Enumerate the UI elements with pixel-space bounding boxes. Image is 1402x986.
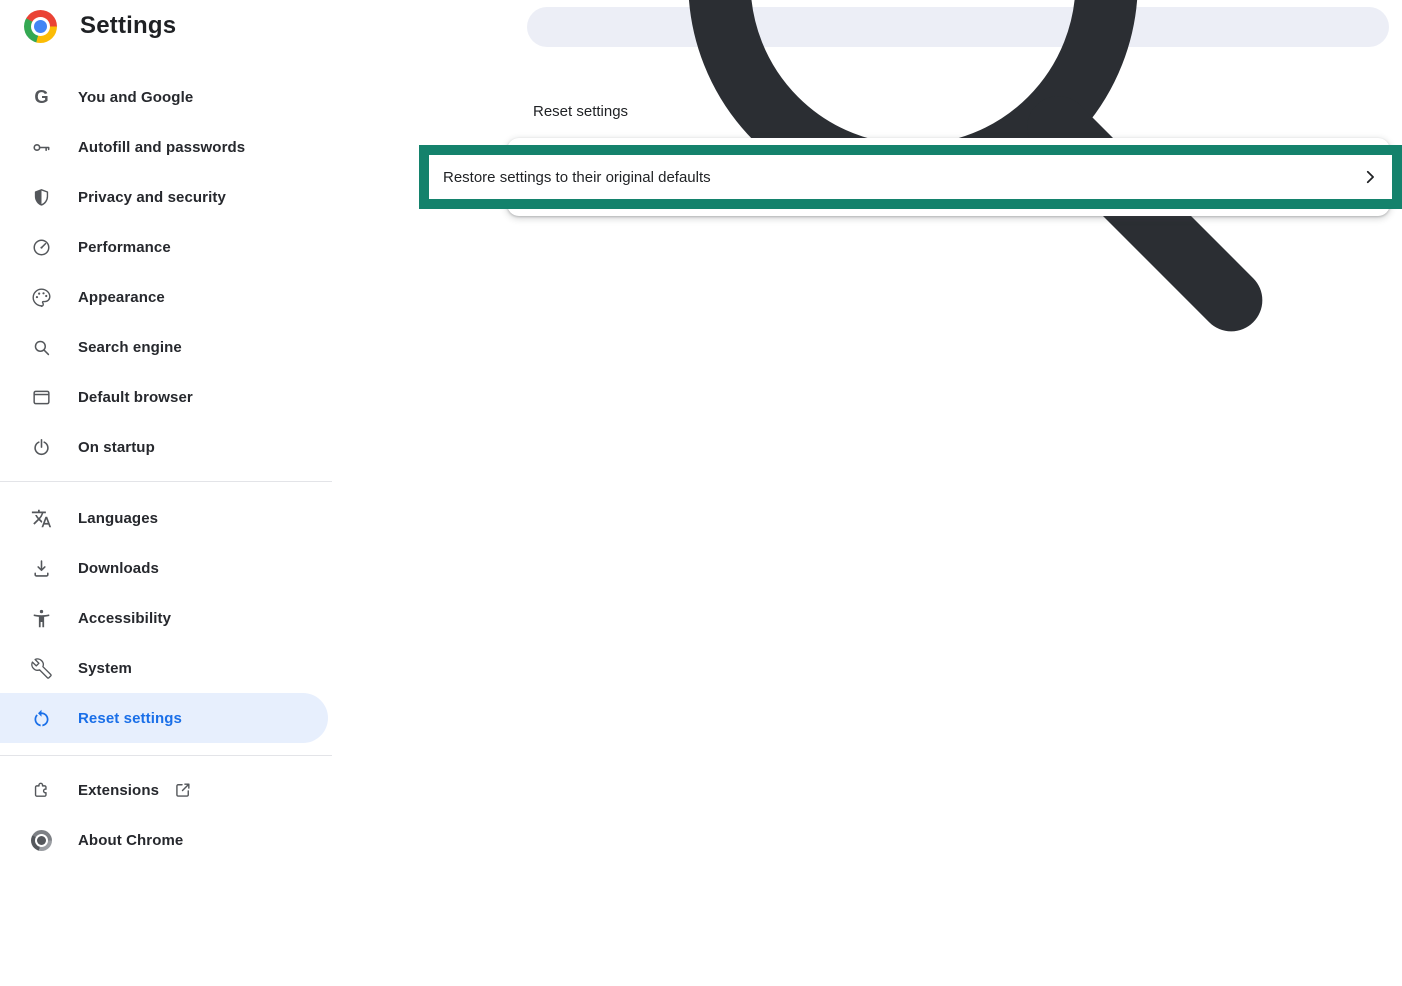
sidebar-item-label: About Chrome xyxy=(78,832,183,849)
wrench-icon xyxy=(29,656,53,680)
sidebar-item-downloads[interactable]: Downloads xyxy=(0,543,328,593)
section-heading: Reset settings xyxy=(533,103,628,120)
sidebar-item-label: Privacy and security xyxy=(78,189,226,206)
shield-icon xyxy=(29,185,53,209)
sidebar-item-label: Downloads xyxy=(78,560,159,577)
sidebar-item-about-chrome[interactable]: About Chrome xyxy=(0,815,328,865)
sidebar-item-label: Languages xyxy=(78,510,158,527)
sidebar-item-search-engine[interactable]: Search engine xyxy=(0,322,328,372)
accessibility-icon xyxy=(29,606,53,630)
sidebar-item-appearance[interactable]: Appearance xyxy=(0,272,328,322)
sidebar-item-you-and-google[interactable]: G You and Google xyxy=(0,72,328,122)
sidebar-divider xyxy=(0,755,332,756)
sidebar-item-system[interactable]: System xyxy=(0,643,328,693)
sidebar-item-performance[interactable]: Performance xyxy=(0,222,328,272)
magnifier-icon xyxy=(29,335,53,359)
settings-sidebar: G You and Google Autofill and passwords … xyxy=(0,72,332,865)
restore-settings-row[interactable]: Restore settings to their original defau… xyxy=(429,155,1392,199)
external-link-icon xyxy=(173,780,193,800)
browser-window-icon xyxy=(29,385,53,409)
svg-text:G: G xyxy=(34,87,48,107)
sidebar-item-label: You and Google xyxy=(78,89,193,106)
sidebar-item-label: Extensions xyxy=(78,782,159,799)
sidebar-item-default-browser[interactable]: Default browser xyxy=(0,372,328,422)
sidebar-item-label: Reset settings xyxy=(78,710,182,727)
sidebar-item-label: Accessibility xyxy=(78,610,171,627)
translate-icon xyxy=(29,506,53,530)
sidebar-item-label: Performance xyxy=(78,239,171,256)
page-title: Settings xyxy=(80,12,176,40)
sidebar-item-privacy-and-security[interactable]: Privacy and security xyxy=(0,172,328,222)
speedometer-icon xyxy=(29,235,53,259)
sidebar-item-reset-settings[interactable]: Reset settings xyxy=(0,693,328,743)
sidebar-item-label: Default browser xyxy=(78,389,193,406)
search-input[interactable] xyxy=(1384,18,1388,36)
sidebar-item-label: On startup xyxy=(78,439,155,456)
sidebar-divider xyxy=(0,481,332,482)
sidebar-item-label: Search engine xyxy=(78,339,182,356)
sidebar-item-languages[interactable]: Languages xyxy=(0,493,328,543)
sidebar-item-extensions[interactable]: Extensions xyxy=(0,765,328,815)
restore-settings-row-label: Restore settings to their original defau… xyxy=(443,169,711,186)
sidebar-item-accessibility[interactable]: Accessibility xyxy=(0,593,328,643)
sidebar-item-label: Autofill and passwords xyxy=(78,139,245,156)
puzzle-icon xyxy=(29,778,53,802)
chrome-gray-icon xyxy=(29,828,53,852)
key-icon xyxy=(29,135,53,159)
reset-icon xyxy=(29,706,53,730)
palette-icon xyxy=(29,285,53,309)
search-bar[interactable] xyxy=(527,7,1389,47)
sidebar-item-label: System xyxy=(78,660,132,677)
sidebar-item-label: Appearance xyxy=(78,289,165,306)
google-g-icon: G xyxy=(29,85,53,109)
chevron-right-icon xyxy=(1360,167,1380,187)
sidebar-item-on-startup[interactable]: On startup xyxy=(0,422,328,472)
chrome-logo-icon xyxy=(24,10,57,43)
download-icon xyxy=(29,556,53,580)
power-icon xyxy=(29,435,53,459)
sidebar-item-autofill-and-passwords[interactable]: Autofill and passwords xyxy=(0,122,328,172)
chrome-settings-page: Settings G You and Google Autofill and p… xyxy=(0,0,1402,986)
annotation-highlight-box: Restore settings to their original defau… xyxy=(419,145,1402,209)
search-icon xyxy=(543,0,1373,442)
